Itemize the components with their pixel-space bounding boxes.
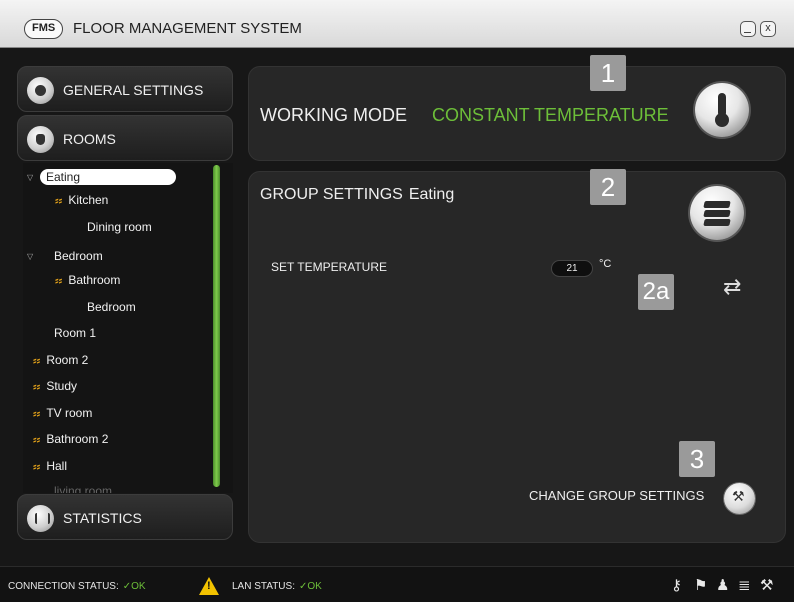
room-item-eating[interactable]: Eating bbox=[40, 169, 176, 185]
app-title: FLOOR MANAGEMENT SYSTEM bbox=[73, 20, 302, 37]
connection-status-value: ✓OK bbox=[122, 581, 146, 592]
app-window: FMS FLOOR MANAGEMENT SYSTEM x GENERAL SE… bbox=[0, 0, 794, 602]
lan-status: LAN STATUS: ✓OK bbox=[232, 581, 322, 592]
heating-icon: ⸗⸗ bbox=[33, 408, 41, 420]
room-item-bedroom-group[interactable]: Bedroom bbox=[54, 249, 103, 263]
callout-marker-2: 2 bbox=[590, 169, 626, 205]
room-label: Study bbox=[46, 379, 78, 393]
room-label: living room bbox=[54, 484, 113, 493]
scrollbar-thumb[interactable] bbox=[213, 165, 220, 487]
heating-icon: ⸗⸗ bbox=[33, 461, 41, 473]
room-item-bedroom[interactable]: Bedroom bbox=[87, 300, 136, 314]
room-list: ▽ Eating ⸗⸗ Kitchen Dining room ▽ Bedroom… bbox=[23, 163, 233, 493]
statistics-label: STATISTICS bbox=[63, 510, 142, 526]
lan-status-label: LAN STATUS: bbox=[232, 581, 295, 592]
warning-icon[interactable] bbox=[199, 577, 219, 595]
layers-icon[interactable] bbox=[690, 186, 744, 240]
callout-marker-1: 1 bbox=[590, 55, 626, 91]
room-item-dining-room[interactable]: Dining room bbox=[87, 220, 152, 234]
rooms-label: ROOMS bbox=[63, 131, 116, 147]
room-item-tv-room[interactable]: ⸗⸗ TV room bbox=[33, 406, 92, 420]
statistics-button[interactable]: STATISTICS bbox=[17, 494, 233, 540]
room-label: Eating bbox=[46, 170, 81, 184]
status-bar: CONNECTION STATUS:✓OK LAN STATUS:✓OK ⚷ ⚑… bbox=[0, 566, 794, 602]
expand-triangle-icon[interactable]: ▽ bbox=[27, 173, 33, 182]
callout-marker-2a: 2a bbox=[638, 274, 674, 310]
temperature-input[interactable]: 21 bbox=[551, 260, 593, 277]
room-label: Bathroom bbox=[68, 273, 121, 287]
thermometer-icon[interactable] bbox=[695, 83, 749, 137]
room-item-bathroom-2[interactable]: ⸗⸗ Bathroom 2 bbox=[33, 432, 108, 446]
working-mode-panel: WORKING MODE CONSTANT TEMPERATURE bbox=[248, 66, 786, 161]
expand-triangle-icon[interactable]: ▽ bbox=[27, 252, 33, 261]
title-bar: FMS FLOOR MANAGEMENT SYSTEM x bbox=[0, 0, 794, 48]
statistics-icon bbox=[27, 505, 54, 532]
room-label: TV room bbox=[46, 406, 93, 420]
room-label: Room 1 bbox=[54, 326, 97, 340]
working-mode-label: WORKING MODE bbox=[260, 105, 407, 125]
connection-status: CONNECTION STATUS: ✓OK bbox=[8, 581, 146, 592]
room-label: Kitchen bbox=[68, 193, 109, 207]
minimize-icon[interactable] bbox=[740, 21, 756, 37]
room-label: Bedroom bbox=[54, 249, 103, 263]
group-settings-panel: GROUP SETTINGS Eating SET TEMPERATURE 21 … bbox=[248, 171, 786, 543]
layers-icon[interactable]: ≣ bbox=[738, 578, 751, 594]
room-label: Bathroom 2 bbox=[46, 432, 109, 446]
close-icon[interactable]: x bbox=[760, 21, 776, 37]
wrench-icon[interactable] bbox=[724, 483, 755, 514]
room-item-study[interactable]: ⸗⸗ Study bbox=[33, 379, 77, 393]
room-label: Room 2 bbox=[46, 353, 89, 367]
group-settings-title: GROUP SETTINGS Eating bbox=[260, 186, 454, 204]
room-item-room-2[interactable]: ⸗⸗ Room 2 bbox=[33, 353, 88, 367]
set-temperature-label: SET TEMPERATURE bbox=[271, 260, 388, 274]
lan-status-value: ✓OK bbox=[298, 581, 322, 592]
room-item-kitchen[interactable]: ⸗⸗ Kitchen bbox=[55, 193, 108, 207]
rooms-button[interactable]: ROOMS bbox=[17, 115, 233, 161]
heating-icon: ⸗⸗ bbox=[55, 195, 63, 207]
room-item-hall[interactable]: ⸗⸗ Hall bbox=[33, 459, 67, 473]
change-group-settings-label[interactable]: CHANGE GROUP SETTINGS bbox=[529, 488, 704, 503]
key-icon[interactable]: ⚷ bbox=[671, 578, 682, 594]
heating-icon: ⸗⸗ bbox=[33, 355, 41, 367]
working-mode-value: CONSTANT TEMPERATURE bbox=[432, 105, 669, 125]
swap-icon[interactable]: ⇄ bbox=[723, 276, 741, 298]
room-label: Hall bbox=[46, 459, 67, 473]
room-label: Bedroom bbox=[87, 300, 136, 314]
callout-marker-3: 3 bbox=[679, 441, 715, 477]
room-icon bbox=[27, 126, 54, 153]
heating-icon: ⸗⸗ bbox=[33, 381, 41, 393]
flag-icon[interactable]: ⚑ bbox=[694, 578, 707, 594]
temperature-unit: °C bbox=[599, 258, 612, 270]
heating-icon: ⸗⸗ bbox=[33, 434, 41, 446]
room-item-room-1[interactable]: Room 1 bbox=[54, 326, 96, 340]
heating-icon: ⸗⸗ bbox=[55, 275, 63, 287]
general-settings-button[interactable]: GENERAL SETTINGS bbox=[17, 66, 233, 112]
room-list-scrollbar[interactable] bbox=[213, 165, 220, 487]
user-icon[interactable]: ♟ bbox=[716, 578, 729, 594]
room-item-bathroom[interactable]: ⸗⸗ Bathroom bbox=[55, 273, 120, 287]
tools-icon[interactable]: ⚒ bbox=[760, 578, 773, 594]
room-item-living-room[interactable]: living room bbox=[54, 484, 112, 493]
gear-icon bbox=[27, 77, 54, 104]
connection-status-label: CONNECTION STATUS: bbox=[8, 581, 119, 592]
general-settings-label: GENERAL SETTINGS bbox=[63, 82, 204, 98]
app-logo: FMS bbox=[24, 19, 64, 39]
group-name: Eating bbox=[408, 186, 455, 203]
group-settings-label: GROUP SETTINGS bbox=[260, 186, 403, 203]
room-label: Dining room bbox=[87, 220, 152, 234]
